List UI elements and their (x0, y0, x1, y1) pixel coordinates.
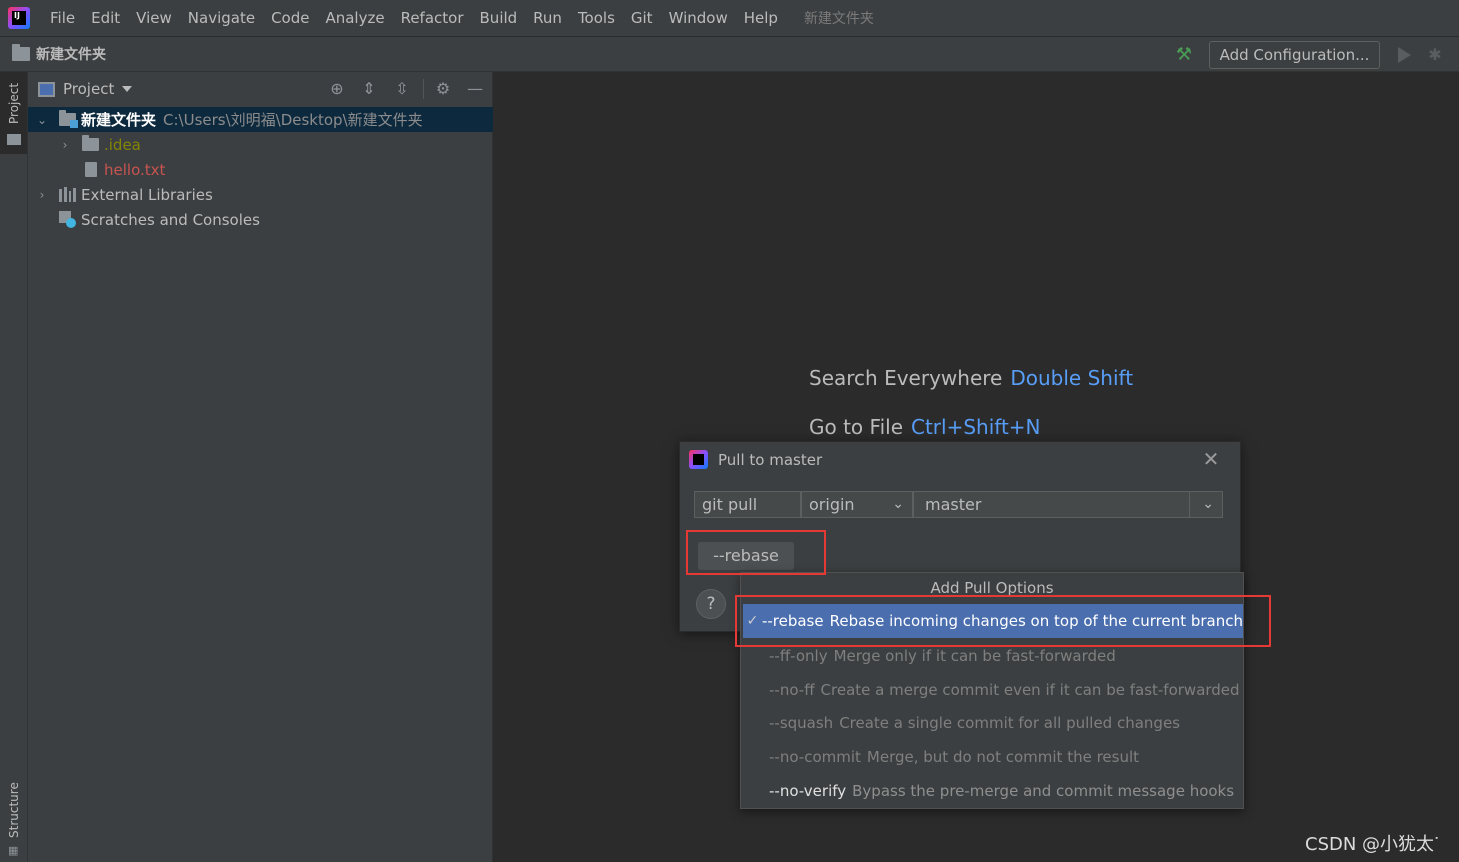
project-panel-title[interactable]: Project (63, 80, 114, 98)
locate-target-icon[interactable]: ⊕ (327, 79, 347, 99)
chevron-right-icon[interactable]: › (37, 189, 47, 201)
project-panel-header: Project ⊕ ⇕ ⇳ ⚙ — (28, 72, 492, 106)
window-project-title: 新建文件夹 (803, 11, 874, 27)
menu-git[interactable]: Git (623, 0, 661, 36)
external-libraries-label: External Libraries (81, 185, 213, 204)
menu-tools[interactable]: Tools (570, 0, 623, 36)
hint-shortcut: Double Shift (1010, 366, 1134, 390)
hint-label: Search Everywhere (809, 366, 1003, 390)
chevron-down-icon[interactable] (122, 86, 133, 92)
tree-row-hello[interactable]: hello.txt (28, 157, 493, 182)
menu-edit[interactable]: Edit (83, 0, 128, 36)
chevron-down-icon[interactable]: ⌄ (892, 492, 904, 517)
option-description: Merge, but do not commit the result (866, 748, 1140, 766)
option-no-commit[interactable]: --no-commit Merge, but do not commit the… (741, 740, 1243, 774)
watermark: CSDN @小犹太ᐝ (1305, 834, 1439, 855)
chevron-down-icon[interactable]: ⌄ (37, 114, 47, 126)
library-icon (59, 187, 76, 202)
scratches-icon (59, 211, 76, 228)
option-flag: --no-verify (769, 782, 847, 800)
folder-icon (82, 135, 99, 151)
option-description: Create a merge commit even if it can be … (820, 681, 1240, 699)
run-icon[interactable] (1396, 45, 1412, 65)
option-description: Merge only if it can be fast-forwarded (833, 647, 1116, 665)
tree-row-idea[interactable]: › .idea (28, 132, 493, 157)
menu-navigate[interactable]: Navigate (180, 0, 263, 36)
folder-icon (12, 44, 30, 61)
text-file-icon (85, 162, 97, 177)
option-no-ff[interactable]: --no-ff Create a merge commit even if it… (741, 673, 1243, 707)
menu-bar: IJ File Edit View Navigate Code Analyze … (0, 0, 1459, 36)
menu-analyze[interactable]: Analyze (317, 0, 392, 36)
expand-all-icon[interactable]: ⇕ (359, 79, 379, 99)
option-no-verify[interactable]: --no-verify Bypass the pre-merge and com… (741, 774, 1243, 808)
option-squash[interactable]: --squash Create a single commit for all … (741, 706, 1243, 740)
branch-value: master (925, 495, 982, 514)
project-tool-tab[interactable]: Project (0, 72, 27, 154)
hint-go-to-file: Go to File Ctrl+Shift+N (809, 415, 1041, 439)
menu-file[interactable]: File (42, 0, 83, 36)
hide-minus-icon[interactable]: — (465, 79, 485, 99)
navigation-bar: 新建文件夹 ⚒ Add Configuration... ✱ (0, 36, 1459, 72)
menu-window[interactable]: Window (661, 0, 736, 36)
highlight-box-rebase-option (735, 595, 1271, 647)
project-view-icon (38, 81, 55, 97)
idea-folder-name: .idea (104, 135, 141, 154)
collapse-all-icon[interactable]: ⇳ (392, 79, 412, 99)
breadcrumb[interactable]: 新建文件夹 (36, 44, 106, 64)
root-folder-name: 新建文件夹 (81, 111, 157, 129)
option-flag: --no-ff (769, 681, 815, 699)
hello-file-name: hello.txt (104, 160, 166, 179)
option-description: Bypass the pre-merge and commit message … (852, 782, 1235, 800)
structure-icon: ▦ (8, 844, 19, 857)
intellij-logo-icon: IJ (8, 7, 30, 29)
menu-refactor[interactable]: Refactor (393, 0, 472, 36)
option-flag: --ff-only (769, 647, 828, 665)
build-hammer-icon[interactable]: ⚒ (1174, 45, 1194, 65)
option-flag: --no-commit (769, 748, 861, 766)
project-folder-icon (7, 134, 21, 145)
remote-value: origin (809, 495, 855, 514)
header-divider (423, 79, 424, 99)
dialog-title: Pull to master (718, 451, 823, 469)
branch-select[interactable]: master ⌄ (913, 491, 1223, 518)
menu-help[interactable]: Help (736, 0, 786, 36)
tree-row-root[interactable]: ⌄ 新建文件夹 C:\Users\刘明福\Desktop\新建文件夹 (28, 107, 493, 132)
hint-shortcut: Ctrl+Shift+N (911, 415, 1041, 439)
project-panel: Project ⊕ ⇕ ⇳ ⚙ — ⌄ 新建文件夹 C:\Users\刘明福\D… (28, 72, 493, 862)
close-icon[interactable]: ✕ (1200, 448, 1222, 470)
option-flag: --squash (769, 714, 834, 732)
remote-select[interactable]: origin ⌄ (801, 491, 913, 518)
hint-label: Go to File (809, 415, 903, 439)
module-folder-icon (59, 110, 78, 128)
root-folder-path: C:\Users\刘明福\Desktop\新建文件夹 (163, 111, 423, 129)
gear-icon[interactable]: ⚙ (433, 79, 453, 99)
debug-bug-icon[interactable]: ✱ (1426, 46, 1444, 64)
structure-tab-label[interactable]: Structure (7, 782, 21, 838)
menu-view[interactable]: View (128, 0, 180, 36)
tree-row-external-libraries[interactable]: › External Libraries (28, 182, 493, 207)
option-description: Create a single commit for all pulled ch… (839, 714, 1180, 732)
highlight-box-rebase-chip (686, 530, 826, 575)
left-tool-stripe: Project Structure ▦ (0, 72, 28, 862)
chevron-down-icon[interactable]: ⌄ (1189, 492, 1214, 517)
project-tab-label: Project (7, 82, 21, 124)
menu-build[interactable]: Build (472, 0, 526, 36)
add-configuration-button[interactable]: Add Configuration... (1209, 41, 1380, 69)
hint-search-everywhere: Search Everywhere Double Shift (809, 366, 1133, 390)
intellij-logo-icon (689, 450, 708, 469)
help-button[interactable]: ? (696, 589, 726, 619)
scratches-label: Scratches and Consoles (81, 210, 260, 229)
menu-code[interactable]: Code (263, 0, 317, 36)
tree-row-scratches[interactable]: Scratches and Consoles (28, 207, 493, 232)
menu-run[interactable]: Run (525, 0, 570, 36)
git-command-field: git pull (694, 491, 801, 518)
chevron-right-icon[interactable]: › (60, 139, 70, 151)
